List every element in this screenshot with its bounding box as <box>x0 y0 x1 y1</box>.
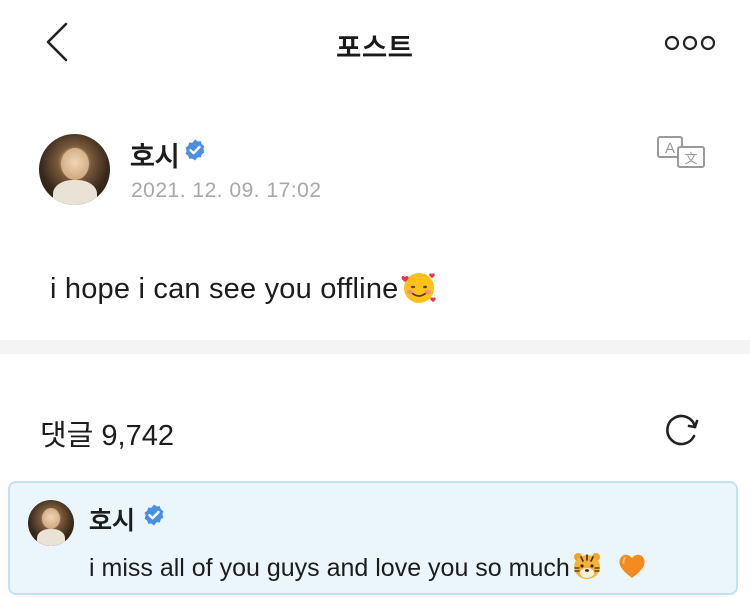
chevron-left-icon <box>46 22 68 62</box>
commenter-name[interactable]: 호시 <box>89 501 135 537</box>
comment-count: 댓글 9,742 <box>40 420 174 452</box>
top-bar: 포스트 <box>0 0 750 88</box>
pinned-comment[interactable]: 호시 i miss all of you guys and love you s… <box>8 481 738 595</box>
post-timestamp: 2021. 12. 09. 17:02 <box>131 179 322 202</box>
author-name[interactable]: 호시 <box>130 135 180 174</box>
verified-badge-icon <box>185 139 205 161</box>
tiger-face-icon <box>573 553 600 579</box>
translate-icon: A 文 <box>657 136 705 168</box>
commenter-avatar[interactable] <box>28 500 74 546</box>
refresh-button[interactable] <box>662 410 702 450</box>
more-options-button[interactable] <box>660 28 720 58</box>
section-divider <box>0 340 750 354</box>
verified-badge-icon <box>144 504 164 526</box>
orange-heart-icon <box>619 554 645 578</box>
page-title: 포스트 <box>336 33 414 63</box>
smiling-face-with-hearts-icon <box>402 273 437 303</box>
author-avatar[interactable] <box>39 134 110 205</box>
post-text: i hope i can see you offline <box>50 273 399 305</box>
svg-text:A: A <box>665 140 675 157</box>
back-button[interactable] <box>36 20 80 64</box>
comment-body: i miss all of you guys and love you so m… <box>89 550 648 583</box>
more-horizontal-icon <box>664 35 716 51</box>
translate-button[interactable]: A 文 <box>656 135 708 169</box>
comment-text: i miss all of you guys and love you so m… <box>89 554 570 582</box>
svg-text:文: 文 <box>684 152 697 167</box>
refresh-icon <box>666 414 699 446</box>
post-body: i hope i can see you offline <box>50 268 438 306</box>
